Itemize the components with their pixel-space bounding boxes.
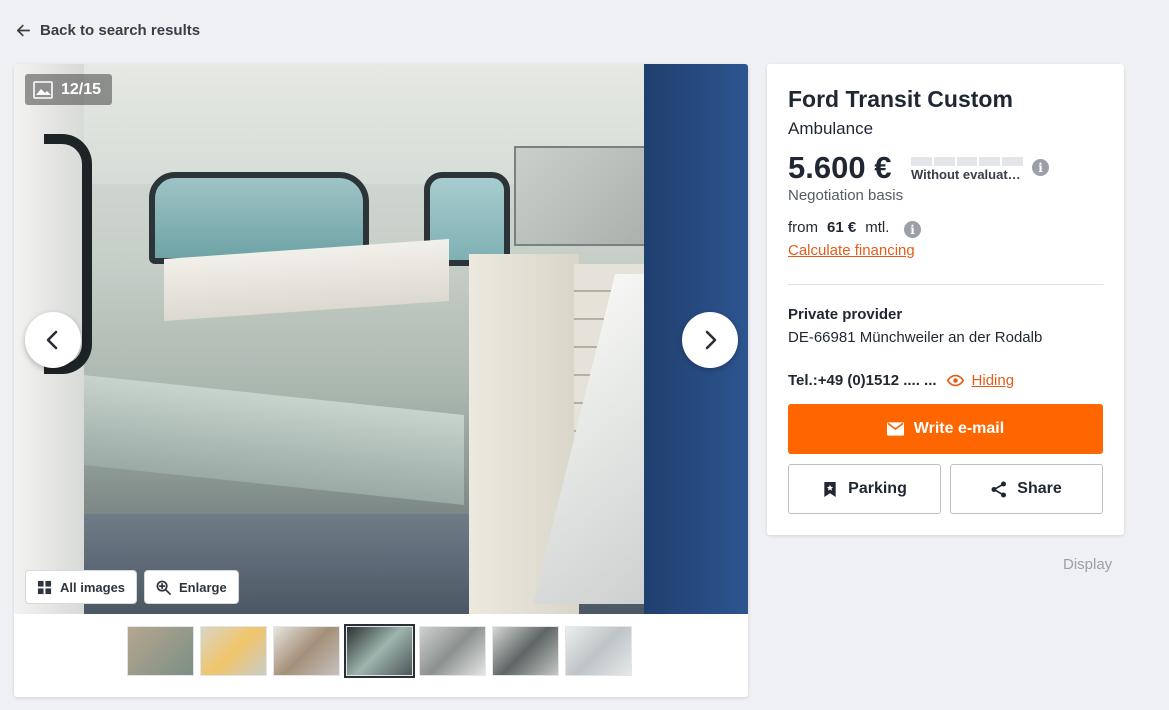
share-button[interactable]: Share: [950, 464, 1103, 514]
chevron-left-icon: [46, 330, 58, 350]
zoom-in-icon: [156, 580, 171, 595]
financing-info-icon[interactable]: i: [904, 221, 921, 238]
price-evaluation-bar: [911, 157, 1023, 166]
price-evaluation-text: Without evaluat…: [911, 167, 1021, 182]
negotiation-basis: Negotiation basis: [788, 187, 904, 204]
image-gallery: 12/15 All images Enlarge: [14, 64, 748, 697]
all-images-label: All images: [60, 579, 126, 595]
thumbnail[interactable]: [492, 626, 559, 676]
thumbnail-selected[interactable]: [344, 624, 415, 678]
envelope-icon: [886, 422, 904, 436]
arrow-left-icon: [16, 24, 31, 37]
write-email-button[interactable]: Write e-mail: [788, 404, 1103, 454]
grid-icon: [37, 580, 52, 594]
listing-title: Ford Transit Custom: [788, 86, 1013, 112]
info-icon[interactable]: i: [1032, 159, 1049, 176]
main-photo[interactable]: [14, 64, 748, 614]
thumbnail[interactable]: [200, 626, 267, 676]
thumbnail[interactable]: [565, 626, 632, 676]
eye-icon: [946, 374, 964, 387]
phone-row: Tel.:+49 (0)1512 .... ... Hiding: [788, 372, 1014, 389]
image-counter: 12/15: [25, 74, 112, 105]
share-label: Share: [1017, 480, 1062, 497]
financing-row: from 61 € mtl.: [788, 219, 889, 236]
bookmark-icon: [824, 481, 836, 497]
listing-card: Ford Transit Custom Ambulance 5.600 € Wi…: [767, 64, 1124, 535]
thumbnail[interactable]: [419, 626, 486, 676]
phone-number: Tel.:+49 (0)1512 .... ...: [788, 372, 937, 389]
enlarge-button[interactable]: Enlarge: [144, 570, 239, 604]
price-evaluation: Without evaluat…: [911, 157, 1023, 182]
photo-stretcher: [64, 372, 464, 506]
previous-image-button[interactable]: [25, 312, 81, 368]
financing-from: from: [788, 219, 818, 236]
hiding-link[interactable]: Hiding: [972, 372, 1015, 389]
back-label: Back to search results: [40, 22, 201, 39]
back-to-results-link[interactable]: Back to search results: [15, 22, 200, 39]
all-images-button[interactable]: All images: [25, 570, 138, 604]
listing-price: 5.600 €: [788, 150, 892, 185]
thumbnail[interactable]: [127, 626, 194, 676]
financing-period: mtl.: [865, 219, 890, 236]
financing-amount: 61 €: [827, 219, 857, 236]
thumbnail-strip: [127, 624, 632, 678]
divider: [788, 284, 1103, 285]
chevron-right-icon: [705, 330, 717, 350]
parking-label: Parking: [848, 480, 907, 497]
parking-button[interactable]: Parking: [788, 464, 941, 514]
image-icon: [33, 80, 53, 99]
display-link[interactable]: Display: [1063, 556, 1112, 573]
write-email-label: Write e-mail: [913, 420, 1005, 437]
calculate-financing-link[interactable]: Calculate financing: [788, 242, 915, 259]
thumbnail[interactable]: [273, 626, 340, 676]
listing-subtitle: Ambulance: [788, 119, 874, 138]
next-image-button[interactable]: [682, 312, 738, 368]
provider-location: DE-66981 Münchweiler an der Rodalb: [788, 329, 1043, 346]
share-icon: [991, 481, 1007, 497]
image-counter-text: 12/15: [61, 80, 102, 98]
enlarge-label: Enlarge: [179, 579, 227, 595]
provider-type: Private provider: [788, 306, 903, 323]
